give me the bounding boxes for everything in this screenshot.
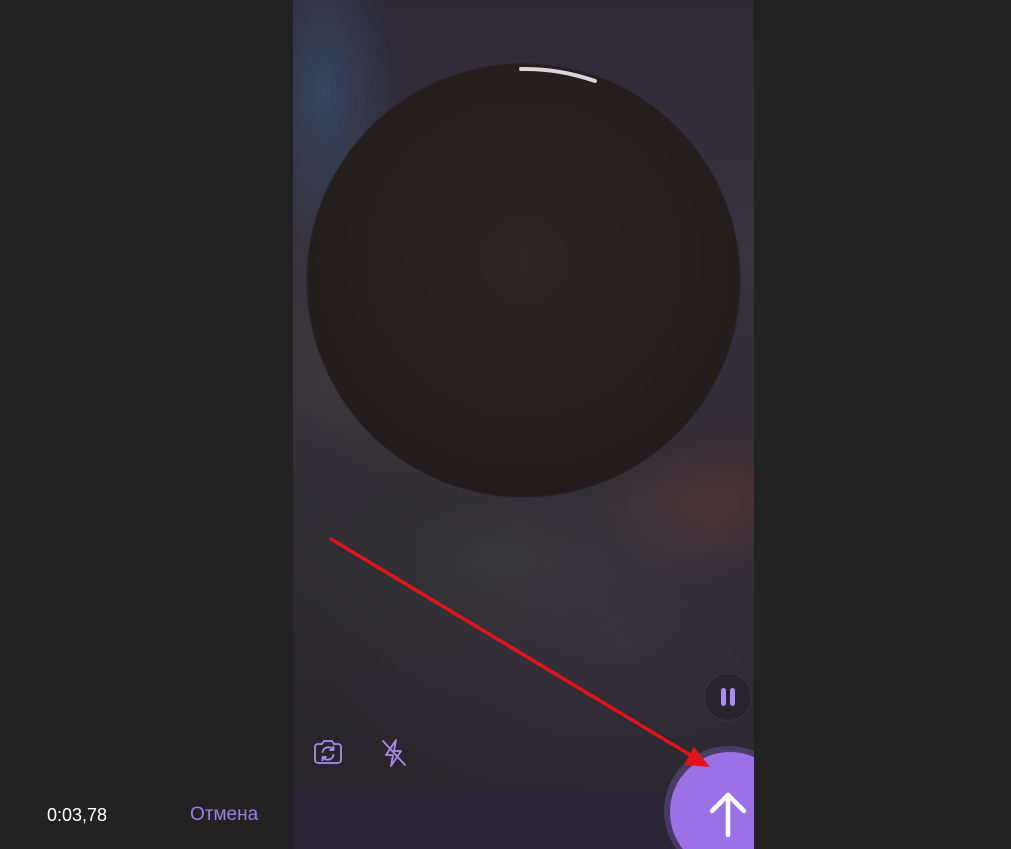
- camera-switch-icon: [314, 740, 342, 764]
- screen: 0:03,78 Отмена: [0, 0, 1011, 849]
- recording-timer: 0:03,78: [47, 805, 108, 825]
- flash-off-icon: [382, 739, 406, 767]
- video-message-recorder: [293, 0, 754, 849]
- switch-camera-button[interactable]: [310, 735, 346, 771]
- cancel-button[interactable]: Отмена: [190, 803, 258, 827]
- video-preview-circle: [307, 64, 740, 497]
- pause-button[interactable]: [705, 674, 751, 720]
- pause-icon: [721, 688, 735, 706]
- flash-toggle-button[interactable]: [376, 735, 412, 771]
